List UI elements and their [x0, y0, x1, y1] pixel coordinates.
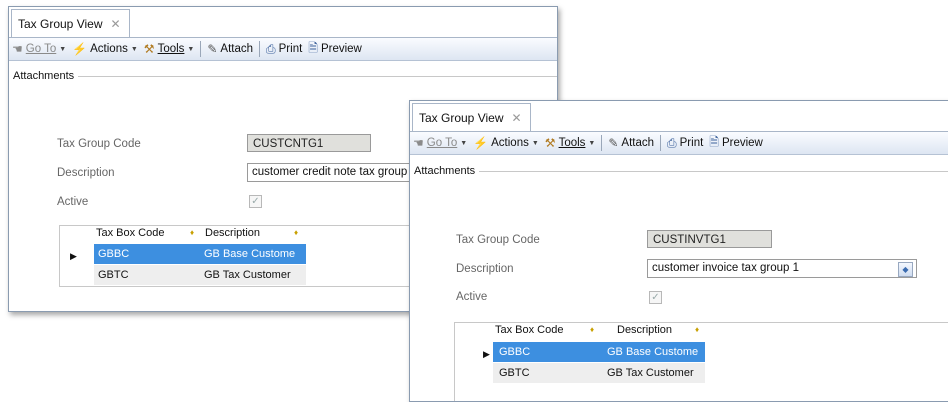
tools-icon: ⚒ [143, 42, 155, 56]
toolbar: ☚ Go To ▼ ⚡ Actions ▼ ⚒ Tools ▼ ✎ Attach ⎙ … [410, 131, 948, 155]
active-checkbox[interactable]: ✓ [649, 291, 662, 304]
tab-strip: Tax Group View ✕ [410, 101, 948, 131]
grid-header: Tax Box Code ♦ Description ♦ [455, 323, 948, 337]
active-checkbox[interactable]: ✓ [249, 195, 262, 208]
tools-button[interactable]: ⚒ Tools ▼ [144, 42, 195, 56]
print-button[interactable]: ⎙ Print [667, 136, 703, 151]
description-value: customer invoice tax group 1 [652, 262, 800, 274]
toolbar: ☚ Go To ▼ ⚡ Actions ▼ ⚒ Tools ▼ ✎ Attach ⎙ … [9, 37, 557, 61]
cell-description: GB Tax Customer [204, 269, 291, 281]
column-header-tax-box-code[interactable]: Tax Box Code [96, 227, 164, 239]
tab-title: Tax Group View [419, 110, 504, 125]
lookup-icon[interactable]: ◆ [898, 262, 913, 277]
row-indicator-icon: ▶ [70, 251, 77, 261]
actions-button[interactable]: ⚡ Actions ▼ [72, 42, 138, 56]
sort-icon: ♦ [590, 325, 595, 334]
toolbar-separator [259, 41, 261, 57]
lightning-icon: ⚡ [473, 136, 489, 150]
sort-icon: ♦ [294, 228, 299, 237]
tax-group-code-label: Tax Group Code [57, 138, 141, 150]
printer-icon: ⎙ [266, 41, 276, 56]
tab-tax-group-view[interactable]: Tax Group View ✕ [412, 103, 531, 131]
tax-group-code-field: CUSTCNTG1 [247, 134, 371, 152]
tax-group-code-field: CUSTINVTG1 [647, 230, 772, 248]
attachments-section-header[interactable]: Attachments [13, 70, 557, 82]
section-divider [479, 170, 948, 172]
preview-icon: 🗎 [308, 40, 318, 55]
chevron-down-icon: ▼ [588, 139, 596, 147]
paperclip-icon: ✎ [608, 136, 619, 150]
goto-icon: ☚ [413, 136, 424, 150]
section-divider [78, 75, 557, 77]
print-button[interactable]: ⎙ Print [266, 42, 302, 57]
preview-button[interactable]: 🗎 Preview [308, 39, 362, 60]
active-label: Active [57, 196, 89, 208]
toolbar-separator [601, 135, 603, 151]
row-indicator-icon: ▶ [483, 349, 490, 359]
table-row[interactable]: GBTC GB Tax Customer [94, 265, 306, 285]
sort-icon: ♦ [695, 325, 700, 334]
sort-icon: ♦ [190, 228, 195, 237]
preview-button[interactable]: 🗎 Preview [709, 133, 763, 154]
cell-tax-box-code: GBBC [499, 346, 531, 358]
table-row[interactable]: GBTC GB Tax Customer [493, 363, 705, 383]
description-label: Description [57, 167, 115, 179]
tax-box-grid: Tax Box Code ♦ Description ♦ ▶ GBBC GB B… [454, 322, 948, 401]
tax-group-code-label: Tax Group Code [456, 234, 540, 246]
close-icon[interactable]: ✕ [512, 111, 522, 125]
attach-button[interactable]: ✎ Attach [207, 42, 253, 56]
goto-button[interactable]: ☚ Go To ▼ [413, 136, 467, 150]
cell-description: GB Tax Customer [607, 367, 694, 379]
attach-button[interactable]: ✎ Attach [608, 136, 654, 150]
description-field[interactable]: customer invoice tax group 1 ◆ [647, 259, 917, 278]
goto-button[interactable]: ☚ Go To ▼ [12, 42, 66, 56]
tax-group-view-window-2: Tax Group View ✕ ☚ Go To ▼ ⚡ Actions ▼ ⚒ T… [409, 100, 948, 402]
toolbar-separator [200, 41, 202, 57]
tab-tax-group-view[interactable]: Tax Group View ✕ [11, 9, 130, 37]
description-label: Description [456, 263, 514, 275]
attachments-section-header[interactable]: Attachments [414, 165, 948, 177]
cell-description: GB Base Custome [204, 248, 296, 260]
lightning-icon: ⚡ [72, 42, 88, 56]
chevron-down-icon: ▼ [460, 139, 468, 147]
actions-button[interactable]: ⚡ Actions ▼ [473, 136, 539, 150]
cell-description: GB Base Custome [607, 346, 699, 358]
active-label: Active [456, 291, 488, 303]
tools-button[interactable]: ⚒ Tools ▼ [545, 136, 596, 150]
table-row[interactable]: GBBC GB Base Custome [94, 244, 306, 264]
printer-icon: ⎙ [667, 135, 677, 150]
table-row[interactable]: GBBC GB Base Custome [493, 342, 705, 362]
preview-icon: 🗎 [709, 134, 719, 149]
chevron-down-icon: ▼ [130, 45, 138, 53]
tools-icon: ⚒ [544, 136, 556, 150]
tab-title: Tax Group View [18, 16, 103, 31]
column-header-description[interactable]: Description [205, 227, 260, 239]
column-header-description[interactable]: Description [617, 324, 672, 336]
chevron-down-icon: ▼ [531, 139, 539, 147]
cell-tax-box-code: GBTC [98, 269, 129, 281]
column-header-tax-box-code[interactable]: Tax Box Code [495, 324, 563, 336]
tab-strip: Tax Group View ✕ [9, 7, 557, 37]
toolbar-separator [660, 135, 662, 151]
chevron-down-icon: ▼ [187, 45, 195, 53]
chevron-down-icon: ▼ [59, 45, 67, 53]
goto-icon: ☚ [12, 42, 23, 56]
paperclip-icon: ✎ [207, 42, 218, 56]
cell-tax-box-code: GBBC [98, 248, 130, 260]
close-icon[interactable]: ✕ [111, 17, 121, 31]
cell-tax-box-code: GBTC [499, 367, 530, 379]
